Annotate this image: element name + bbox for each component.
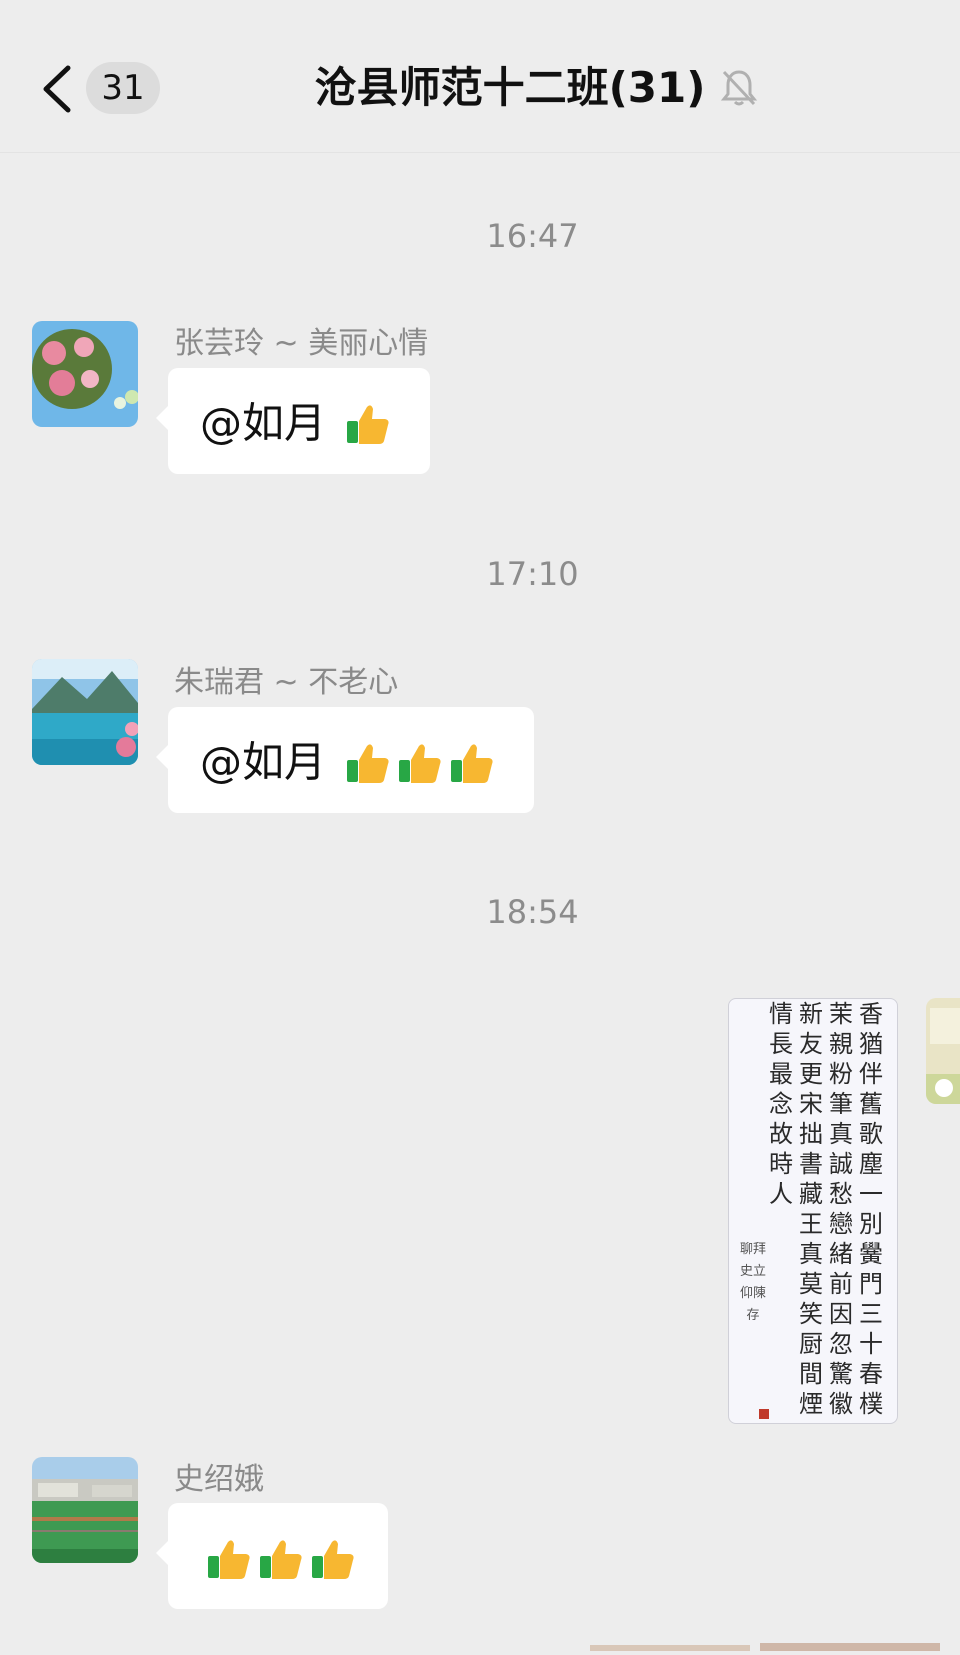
avatar[interactable] — [32, 1457, 138, 1563]
sender-name: 朱瑞君 ~ 不老心 — [174, 665, 399, 700]
unread-count-badge[interactable]: 31 — [86, 62, 160, 114]
timestamp: 18:54 — [486, 893, 579, 931]
avatar[interactable] — [32, 659, 138, 765]
chat-title[interactable]: 沧县师范十二班(31) — [300, 58, 720, 118]
sender-name: 史绍娥 — [174, 1462, 264, 1497]
calligraphy-image-message[interactable]: 香猶伴舊歌塵一別黌門三十春樸 茉親粉筆真誠愁戀緒前因忽驚徽 新友更宋拙書藏王真莫… — [728, 998, 898, 1424]
timestamp: 17:10 — [486, 555, 579, 593]
next-message-edge — [560, 1636, 960, 1651]
thumbs-up-icon — [345, 740, 391, 786]
bell-off-icon — [720, 70, 758, 106]
thumbs-up-icon — [397, 740, 443, 786]
thumbs-up-icon — [345, 401, 391, 447]
thumbs-up-icon — [258, 1536, 304, 1582]
calligraphy-column: 新友更宋拙書藏王真莫笑厨間煙 — [799, 1000, 823, 1418]
thumbs-up-icon — [206, 1536, 252, 1582]
message-text: @如月 — [200, 737, 327, 787]
message-bubble[interactable] — [156, 1503, 388, 1609]
chat-header: 31 沧县师范十二班(31) — [0, 0, 960, 153]
message-bubble[interactable]: @如月 — [156, 707, 534, 813]
calligraphy-column: 香猶伴舊歌塵一別黌門三十春樸 — [859, 1000, 883, 1418]
avatar[interactable] — [926, 998, 960, 1104]
timestamp: 16:47 — [486, 217, 579, 255]
seal-stamp — [759, 1409, 769, 1419]
chevron-left-icon[interactable] — [38, 64, 82, 114]
sender-name: 张芸玲 ~ 美丽心情 — [174, 326, 429, 361]
signature: 聊拜史立仰陳存 — [739, 1242, 766, 1323]
calligraphy-column: 情長最念故時人 — [769, 1000, 793, 1208]
calligraphy-column: 茉親粉筆真誠愁戀緒前因忽驚徽 — [829, 1000, 853, 1418]
avatar[interactable] — [32, 321, 138, 427]
thumbs-up-icon — [310, 1536, 356, 1582]
message-bubble[interactable]: @如月 — [156, 368, 430, 474]
message-text: @如月 — [200, 398, 327, 448]
thumbs-up-icon — [449, 740, 495, 786]
